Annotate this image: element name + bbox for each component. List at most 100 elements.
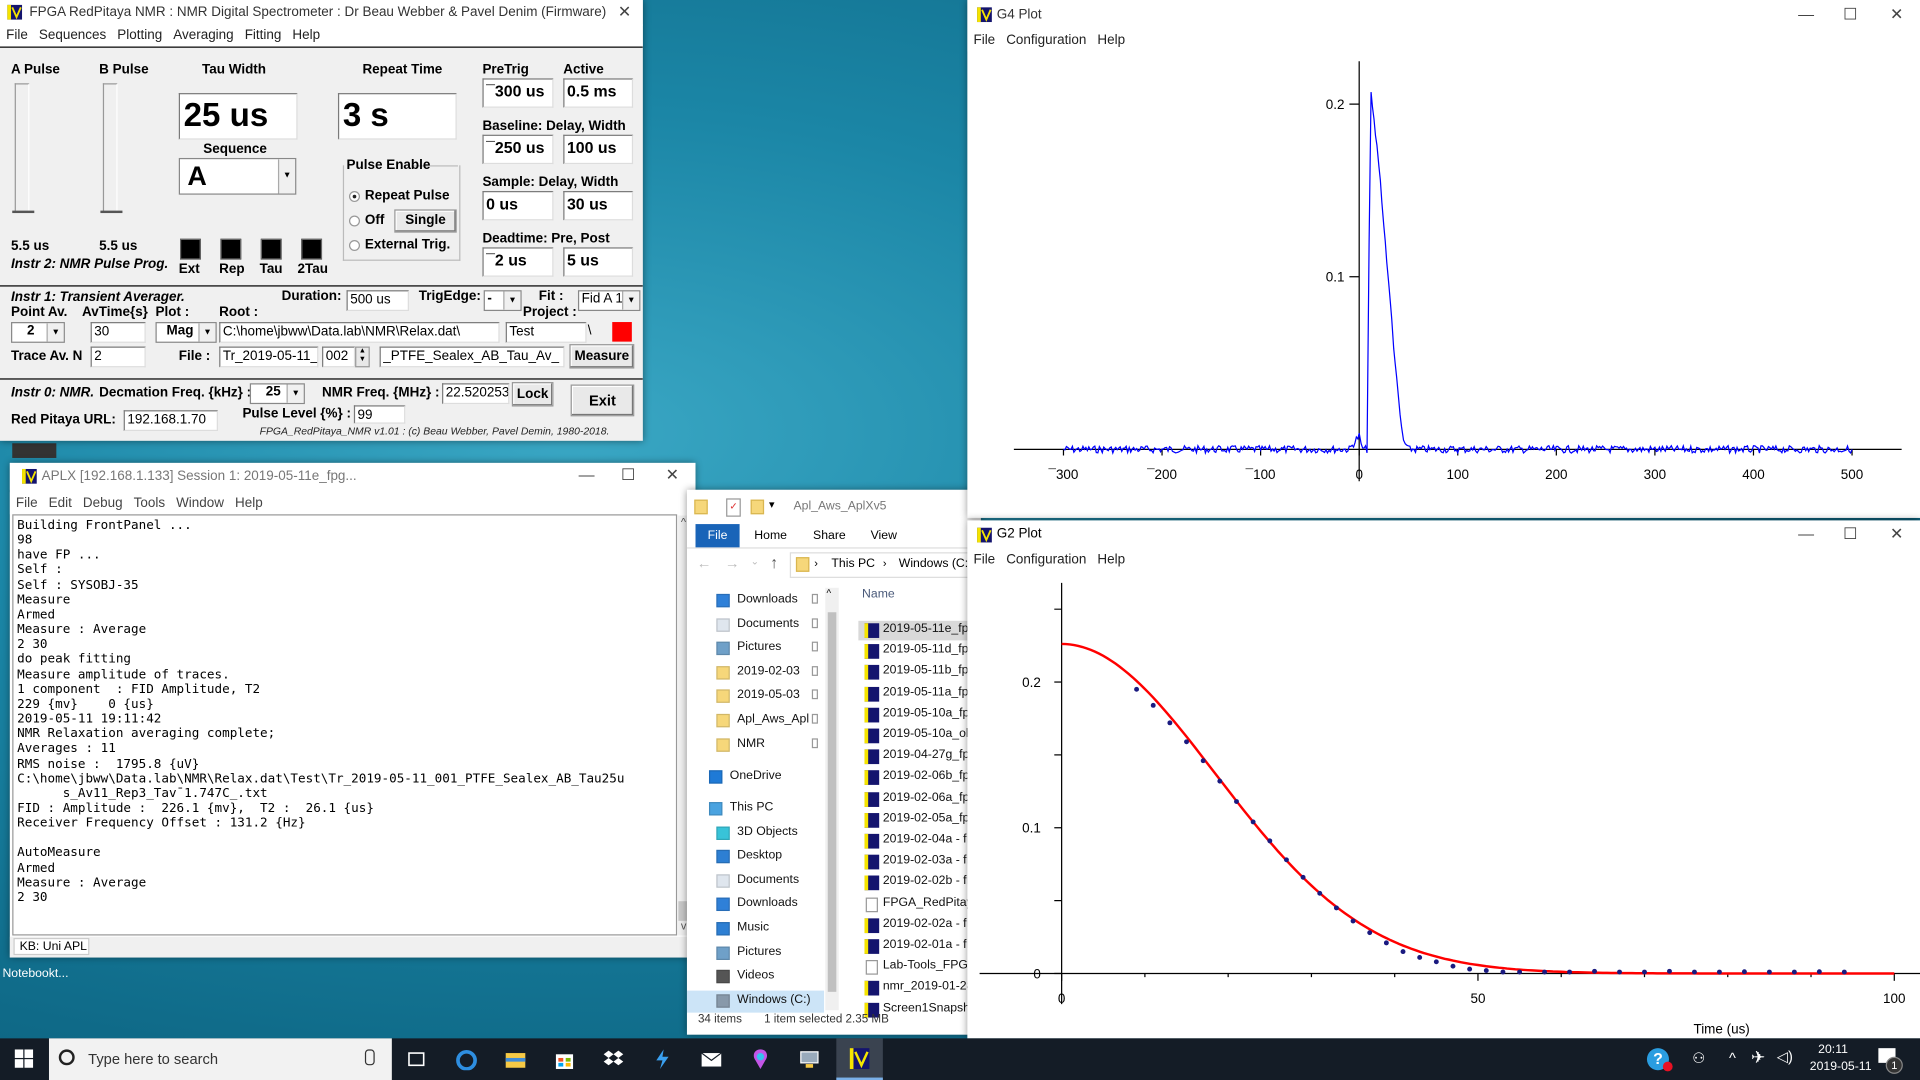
menu-help[interactable]: Help <box>235 492 263 514</box>
maximize-icon[interactable]: ☐ <box>1832 5 1869 25</box>
customize-toolbar-icon[interactable]: ▾ <box>769 498 775 511</box>
single-button[interactable]: Single <box>394 209 457 233</box>
nav-item[interactable]: This PC <box>730 801 774 814</box>
project-field[interactable]: Test <box>505 322 587 343</box>
file-item[interactable]: 2019-02-06b_fpg <box>883 769 976 782</box>
chevron-down-icon[interactable]: ▼ <box>503 291 521 310</box>
radio-off[interactable] <box>348 215 361 227</box>
tau-width-field[interactable]: 25 us <box>178 93 298 140</box>
menu-edit[interactable]: Edit <box>49 492 72 514</box>
nmr-freq-field[interactable]: 22.520253 <box>442 383 510 405</box>
file-item[interactable]: 2019-04-27g_fpg <box>883 748 976 761</box>
tab-file[interactable]: File <box>695 524 740 548</box>
nav-item[interactable]: Documents <box>737 873 799 886</box>
desktop-icon[interactable] <box>12 443 57 458</box>
menu-configuration[interactable]: Configuration <box>1006 29 1086 51</box>
menu-file[interactable]: File <box>6 24 28 46</box>
maximize-icon[interactable]: ☐ <box>1832 524 1869 544</box>
b-pulse-slider[interactable] <box>102 83 118 214</box>
aplx-titlebar[interactable]: APLX [192.168.1.133] Session 1: 2019-05-… <box>9 462 696 490</box>
nav-item[interactable]: Videos <box>737 969 774 982</box>
a-pulse-slider[interactable] <box>14 83 30 214</box>
nav-item[interactable]: OneDrive <box>730 769 782 782</box>
file-item[interactable]: 2019-02-02a - fr <box>883 917 971 930</box>
g2-chart[interactable]: 0 0.1 0.2 0 50 100 Time (us) <box>967 571 1920 1039</box>
menu-file[interactable]: File <box>16 492 38 514</box>
nav-item[interactable]: 3D Objects <box>737 825 798 838</box>
nav-item[interactable]: Pictures <box>737 640 781 653</box>
scroll-up-icon[interactable]: ^ <box>681 516 686 528</box>
menu-window[interactable]: Window <box>176 492 224 514</box>
nav-item[interactable]: Apl_Aws_Apl <box>737 713 809 726</box>
show-hidden-icons[interactable]: ^ <box>1729 1049 1736 1066</box>
back-icon[interactable]: ← <box>697 555 712 572</box>
a-pulse-slider-thumb[interactable] <box>12 210 35 214</box>
dropbox-icon[interactable] <box>602 1048 624 1070</box>
file-explorer-icon[interactable] <box>504 1048 526 1070</box>
menu-averaging[interactable]: Averaging <box>173 24 233 46</box>
breadcrumb-this-pc[interactable]: This PC <box>831 557 875 570</box>
radio-repeat-pulse[interactable] <box>348 191 361 203</box>
point-av-select[interactable]: 2 ▼ <box>11 322 65 343</box>
new-folder-icon[interactable] <box>750 499 765 515</box>
recent-icon[interactable]: ⌄ <box>751 556 759 567</box>
nav-item[interactable]: 2019-05-03 <box>737 688 800 701</box>
breadcrumb-drive[interactable]: Windows (C:) <box>899 557 972 570</box>
file-item[interactable]: 2019-02-06a_fpg <box>883 791 976 804</box>
properties-icon[interactable]: ✓ <box>726 498 741 517</box>
scrollbar-thumb[interactable] <box>827 612 837 992</box>
nav-item[interactable]: 2019-02-03 <box>737 665 800 678</box>
search-box[interactable]: Type here to search <box>48 1038 392 1080</box>
file-suffix-field[interactable]: _PTFE_Sealex_AB_Tau_Av_ <box>379 346 565 368</box>
close-icon[interactable]: ✕ <box>654 465 691 485</box>
chevron-down-icon[interactable]: ▼ <box>277 159 296 194</box>
file-item[interactable]: 2019-05-10a_old <box>883 727 976 740</box>
file-index-spinner[interactable]: ▲ ▼ <box>355 346 370 368</box>
decimation-select[interactable]: 25 ▼ <box>249 383 305 405</box>
file-item[interactable]: 2019-02-04a - fr <box>883 833 971 846</box>
tab-share[interactable]: Share <box>813 529 846 542</box>
session-console[interactable]: Building FrontPanel ... 98 have FP ... Self… <box>12 514 678 936</box>
chevron-down-icon[interactable]: ▼ <box>622 291 640 310</box>
lock-button[interactable]: Lock <box>511 382 554 407</box>
column-header-name[interactable]: Name <box>862 588 895 601</box>
start-windows-icon[interactable] <box>14 1049 35 1069</box>
nav-item[interactable]: Desktop <box>737 849 782 862</box>
minimize-icon[interactable]: — <box>568 465 605 483</box>
baseline-delay-field[interactable]: ¯250 us <box>482 134 554 165</box>
root-field[interactable]: C:\home\jbww\Data.lab\NMR\Relax.dat\ <box>219 322 500 343</box>
nav-item[interactable]: Pictures <box>737 945 781 958</box>
menu-configuration[interactable]: Configuration <box>1006 549 1086 571</box>
file-item[interactable]: 2019-02-02b - fr <box>883 875 971 888</box>
store-icon[interactable] <box>553 1048 575 1070</box>
menu-help[interactable]: Help <box>292 24 320 46</box>
plot-select[interactable]: Mag ▼ <box>155 322 217 343</box>
close-icon[interactable]: ✕ <box>606 2 643 22</box>
file-item[interactable]: nmr_2019-01-28 <box>883 980 974 993</box>
paint-3d-icon[interactable] <box>749 1048 771 1070</box>
file-item[interactable]: 2019-05-10a_fpg <box>883 706 976 719</box>
file-item[interactable]: 2019-02-05a_fpg <box>883 812 976 825</box>
baseline-width-field[interactable]: 100 us <box>563 134 634 165</box>
avtime-field[interactable]: 30 <box>90 322 146 343</box>
radio-external-trig[interactable] <box>348 240 361 252</box>
menu-fitting[interactable]: Fitting <box>245 24 282 46</box>
g2-titlebar[interactable]: G2 Plot — ☐ ✕ <box>967 520 1920 549</box>
file-item[interactable]: 2019-05-11d_fpg <box>883 643 975 656</box>
people-icon[interactable]: ⚇ <box>1692 1049 1705 1066</box>
measure-button[interactable]: Measure <box>569 344 635 369</box>
address-bar[interactable]: › This PC › Windows (C:) <box>789 552 981 578</box>
nav-item[interactable]: Downloads <box>737 593 798 606</box>
g4-chart[interactable]: ¯300 ¯200 ¯100 0 100 200 300 400 500 0.1 0.2 <box>967 51 1920 518</box>
minimize-icon[interactable]: — <box>1788 524 1825 542</box>
chevron-down-icon[interactable]: ▼ <box>286 384 304 403</box>
url-field[interactable]: 192.168.1.70 <box>123 410 218 432</box>
file-item[interactable]: 2019-02-01a - fr <box>883 938 971 951</box>
scroll-down-icon[interactable]: v <box>681 920 687 932</box>
menu-file[interactable]: File <box>973 29 995 51</box>
taskbar-aplx-active[interactable] <box>836 1038 883 1080</box>
active-field[interactable]: 0.5 ms <box>563 78 634 108</box>
file-item[interactable]: 2019-05-11b_fpg <box>883 664 975 677</box>
nav-item[interactable]: Downloads <box>737 896 798 909</box>
repeat-time-field[interactable]: 3 s <box>337 93 457 140</box>
